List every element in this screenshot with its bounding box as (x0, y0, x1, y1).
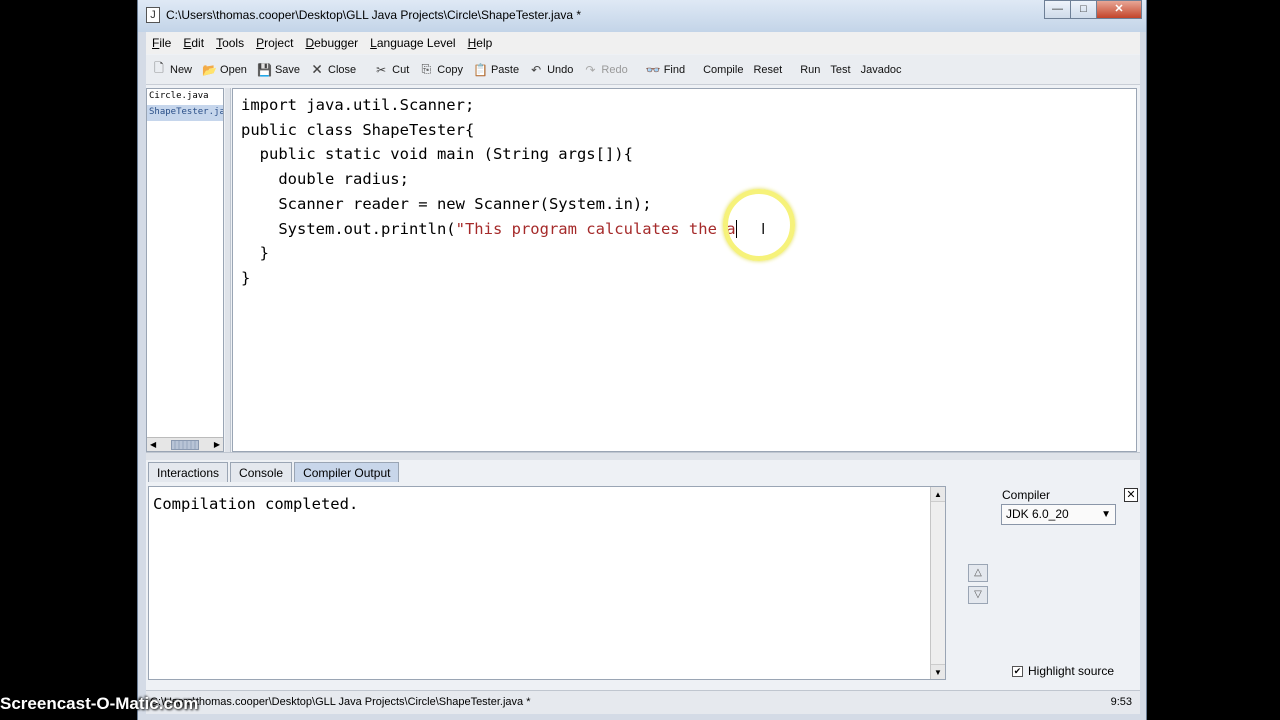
save-button[interactable]: 💾 Save (257, 63, 300, 77)
maximize-button[interactable]: □ (1070, 0, 1097, 19)
menu-debugger[interactable]: Debugger (305, 36, 358, 50)
compiler-label: Compiler (1002, 488, 1051, 502)
code-line: System.out.println("This program calcula… (241, 219, 737, 239)
find-button[interactable]: 👓 Find (646, 63, 685, 77)
window-title: C:\Users\thomas.cooper\Desktop\GLL Java … (166, 8, 582, 22)
close-window-button[interactable]: ✕ (1096, 0, 1142, 19)
code-line: public class ShapeTester{ (241, 120, 475, 139)
code-line: } (241, 244, 269, 263)
menu-language-level[interactable]: Language Level (370, 36, 455, 50)
menu-help[interactable]: Help (468, 36, 493, 50)
minimize-button[interactable]: — (1044, 0, 1071, 19)
vertical-splitter[interactable] (225, 88, 231, 452)
undo-button[interactable]: ↶ Undo (529, 63, 573, 77)
document-list-hscrollbar[interactable]: ◀ ▶ (147, 437, 223, 451)
menu-file[interactable]: File (152, 36, 171, 50)
scissors-icon: ✂ (376, 62, 387, 77)
code-line: import java.util.Scanner; (241, 96, 475, 114)
close-file-button[interactable]: 🗙 Close (310, 59, 356, 80)
drjava-window: J C:\Users\thomas.cooper\Desktop\GLL Jav… (137, 0, 1147, 720)
horizontal-splitter[interactable] (146, 452, 1140, 460)
code-line: public static void main (String args[]){ (241, 145, 633, 164)
document-list-item[interactable]: Circle.java (147, 89, 223, 105)
menu-tools[interactable]: Tools (216, 36, 244, 50)
chevron-down-icon: ▼ (1101, 509, 1111, 520)
tab-console[interactable]: Console (230, 462, 293, 482)
scroll-down-icon[interactable]: ▼ (931, 664, 945, 679)
app-icon: J (146, 7, 160, 23)
menu-edit[interactable]: Edit (183, 36, 204, 50)
document-list: Circle.java ShapeTester.java * ◀ ▶ (146, 88, 224, 452)
open-folder-icon: 📂 (202, 62, 217, 77)
previous-error-button[interactable]: △ (968, 564, 988, 582)
menu-bar: File Edit Tools Project Debugger Languag… (146, 32, 1140, 54)
copy-icon: ⎘ (421, 62, 432, 76)
mouse-highlight-ring (723, 189, 795, 261)
compile-button[interactable]: Compile (703, 64, 743, 76)
cut-button[interactable]: ✂ Cut (374, 63, 409, 77)
bottom-tabs: Interactions Console Compiler Output (148, 462, 401, 482)
code-line: double radius; (241, 170, 409, 189)
new-file-icon: 🗋 (154, 61, 164, 75)
menu-project[interactable]: Project (256, 36, 293, 50)
scroll-thumb[interactable] (171, 439, 199, 450)
cursor-position: 9:53 (1110, 696, 1132, 708)
toolbar: 🗋 New 📂 Open 💾 Save 🗙 Close ✂ Cut ⎘ Copy 📋 Past… (146, 55, 1140, 85)
close-file-icon: 🗙 (312, 61, 322, 75)
undo-icon: ↶ (531, 62, 542, 77)
open-button[interactable]: 📂 Open (202, 63, 247, 77)
code-line: Scanner reader = new Scanner(System.in); (241, 194, 652, 213)
checkmark-icon: ✔ (1012, 665, 1023, 677)
redo-button[interactable]: ↷ Redo (583, 63, 627, 77)
tab-interactions[interactable]: Interactions (148, 462, 229, 482)
reset-button[interactable]: Reset (753, 64, 782, 76)
code-editor[interactable]: import java.util.Scanner; public class Sh… (232, 88, 1137, 452)
run-button[interactable]: Run (800, 64, 820, 76)
clipboard-icon: 📋 (472, 62, 488, 77)
scroll-right-icon[interactable]: ▶ (214, 440, 220, 449)
javadoc-button[interactable]: Javadoc (861, 64, 902, 76)
title-bar: J C:\Users\thomas.cooper\Desktop\GLL Jav… (138, 0, 1146, 32)
new-button[interactable]: 🗋 New (152, 59, 192, 80)
next-error-button[interactable]: ▽ (968, 586, 988, 604)
compiler-select[interactable]: JDK 6.0_20 ▼ (1001, 504, 1116, 525)
compiler-panel: Compiler ✕ JDK 6.0_20 ▼ △ ▽ ✔ Highlight … (954, 486, 1140, 680)
scroll-left-icon[interactable]: ◀ (150, 440, 156, 449)
ibeam-cursor-icon: I (761, 221, 766, 238)
tab-compiler-output[interactable]: Compiler Output (294, 462, 400, 482)
screencast-watermark: Screencast-O-Matic.com (0, 694, 199, 713)
output-vscrollbar[interactable]: ▲ ▼ (930, 487, 945, 679)
save-icon: 💾 (256, 62, 272, 77)
status-bar: C:\Users\thomas.cooper\Desktop\GLL Java … (146, 690, 1140, 714)
scroll-up-icon[interactable]: ▲ (931, 487, 945, 502)
output-text: Compilation completed. (153, 495, 359, 513)
code-line: } (241, 268, 251, 287)
string-literal: "This program calculates the a (455, 219, 736, 238)
binoculars-icon: 👓 (645, 62, 661, 77)
code-text[interactable]: import java.util.Scanner; public class Sh… (241, 93, 737, 291)
compiler-output-pane[interactable]: Compilation completed. ▲ ▼ (148, 486, 946, 680)
close-panel-icon[interactable]: ✕ (1124, 488, 1138, 502)
highlight-source-checkbox[interactable]: ✔ Highlight source (1012, 664, 1114, 678)
redo-icon: ↷ (585, 62, 596, 77)
status-file-path: C:\Users\thomas.cooper\Desktop\GLL Java … (150, 696, 531, 708)
test-button[interactable]: Test (830, 64, 850, 76)
copy-button[interactable]: ⎘ Copy (419, 62, 463, 77)
document-list-item-selected[interactable]: ShapeTester.java * (147, 105, 223, 121)
paste-button[interactable]: 📋 Paste (473, 63, 519, 77)
